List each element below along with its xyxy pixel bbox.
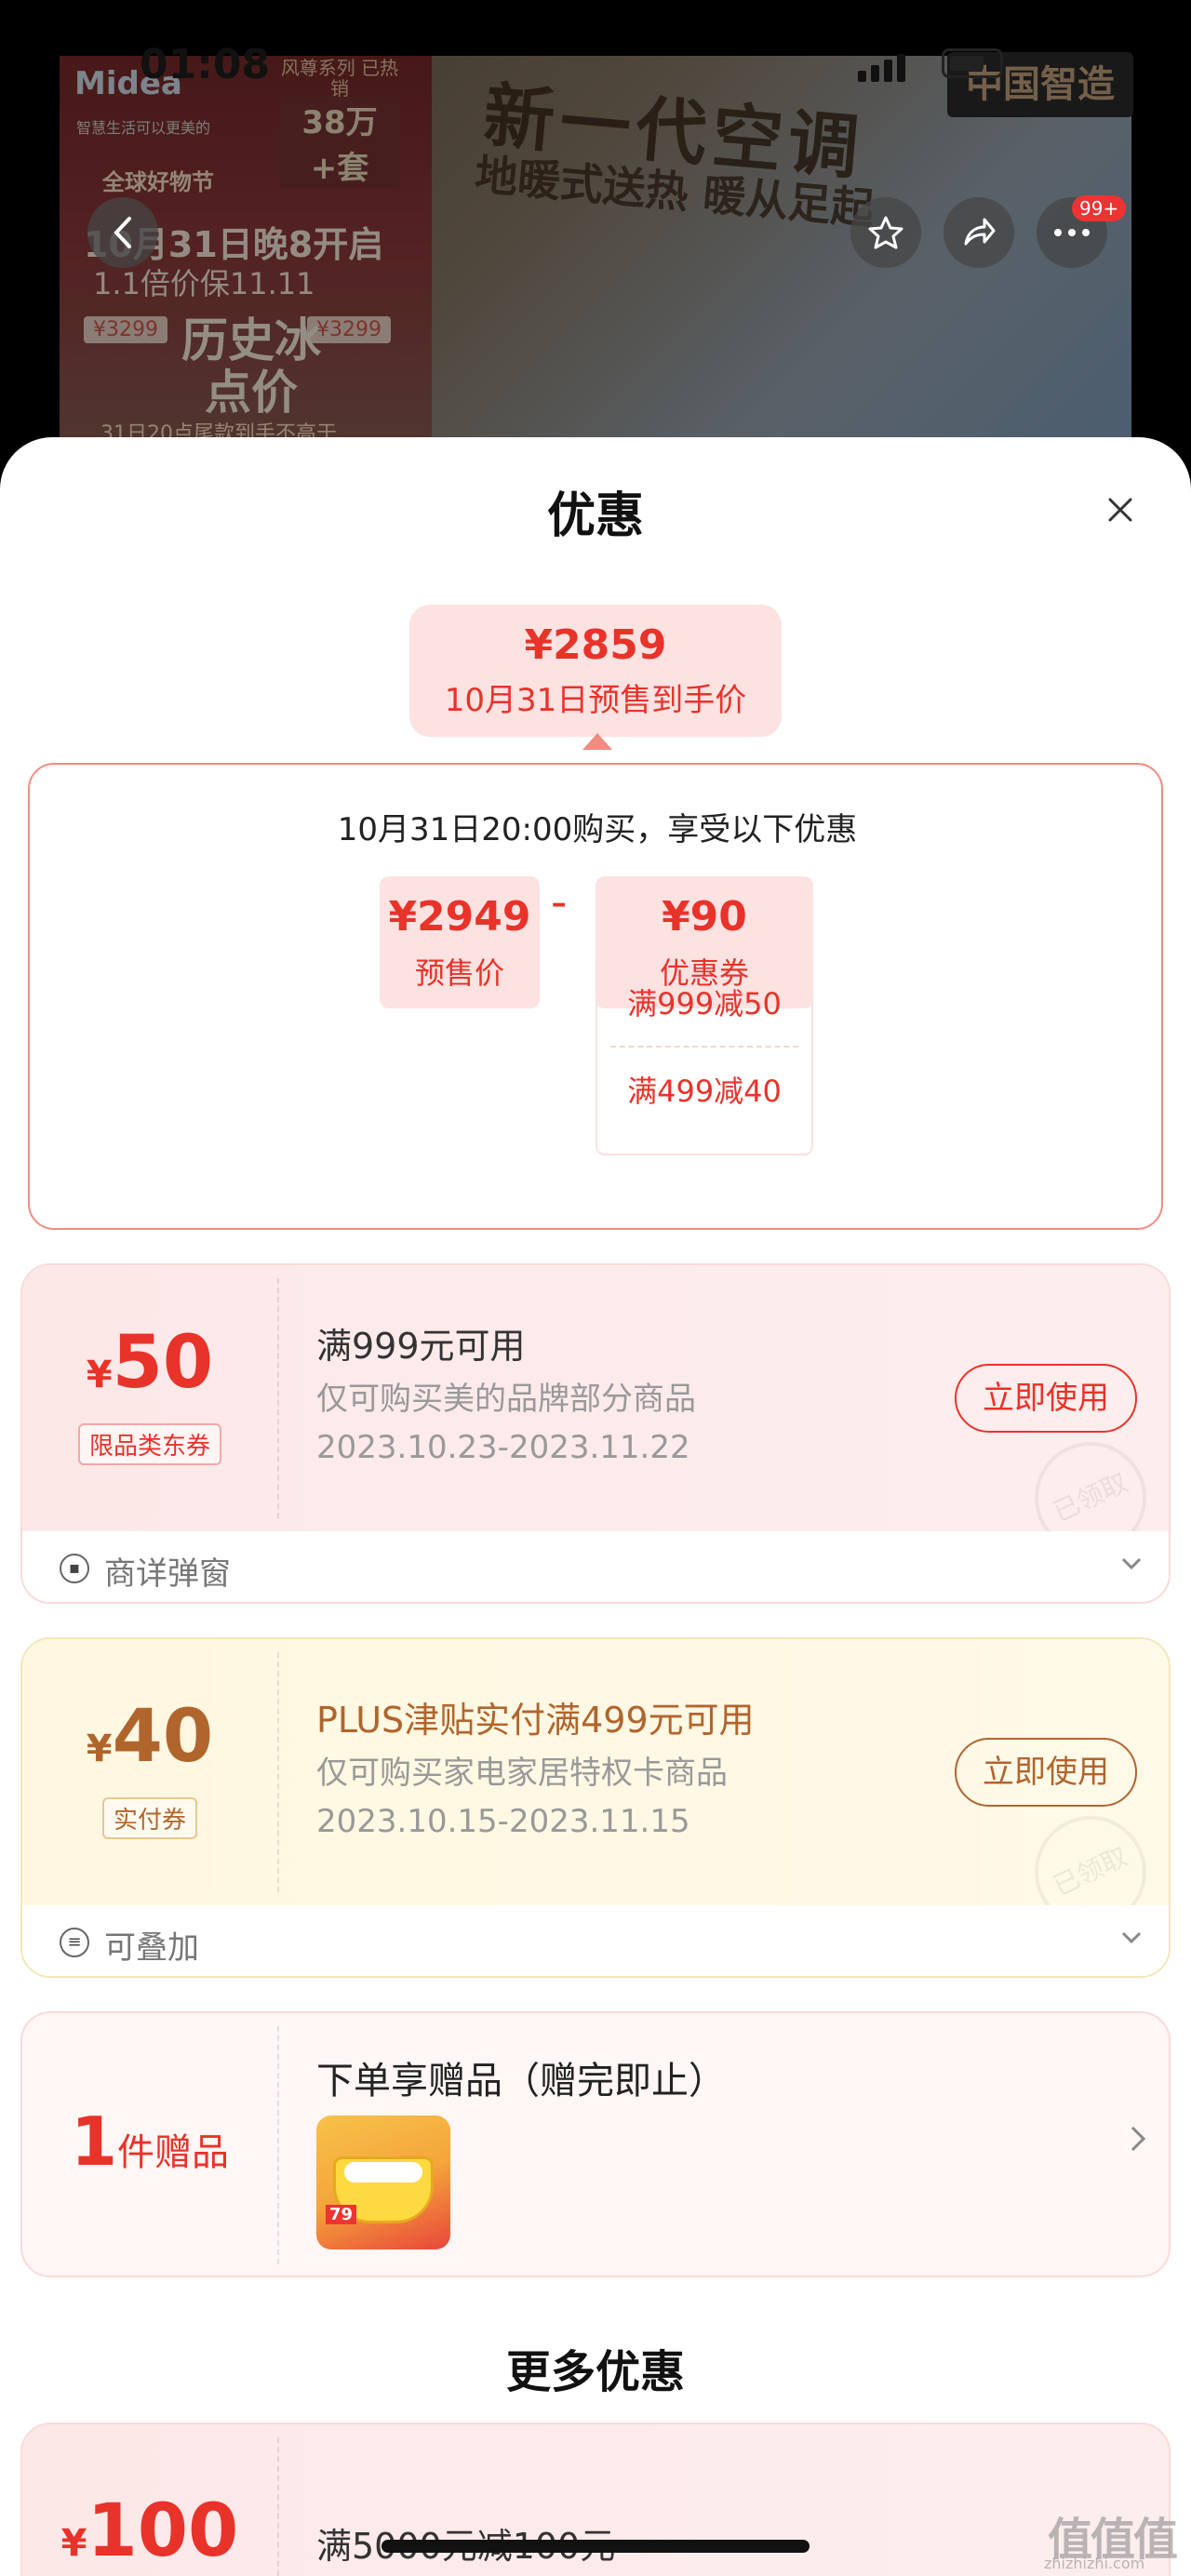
coupon-title: 满999元可用 <box>316 1326 526 1367</box>
breakdown-heading: 10月31日20:00购买，享受以下优惠 <box>337 811 858 848</box>
coupon-total-value: ¥90 <box>662 893 747 941</box>
price-breakdown: 10月31日20:00购买，享受以下优惠 ¥2949 预售价 - ¥90 优惠券… <box>28 763 1163 1230</box>
use-now-button[interactable]: 立即使用 <box>955 1738 1137 1807</box>
food-image <box>344 2162 422 2182</box>
coupon-value: 40 <box>112 1695 214 1779</box>
close-button[interactable] <box>1098 487 1143 532</box>
coupon-amount: ¥40 <box>22 1695 277 1779</box>
use-now-button[interactable]: 立即使用 <box>955 1364 1137 1433</box>
favorite-button[interactable] <box>850 197 921 268</box>
coupon-amount: ¥100 <box>22 2489 277 2573</box>
coupon-currency: ¥ <box>86 1354 113 1396</box>
gift-divider <box>277 2026 279 2264</box>
share-button[interactable] <box>943 197 1014 268</box>
status-time: 01:08 <box>140 41 271 88</box>
share-icon <box>964 218 996 246</box>
badge-pointer <box>582 733 612 750</box>
gift-count-unit: 件赠品 <box>117 2131 230 2174</box>
coupon-type-tag: 实付券 <box>101 1797 198 1839</box>
coupon-currency: ¥ <box>86 1728 113 1770</box>
gift-count-number: 1 <box>70 2102 118 2181</box>
signal-icon <box>858 54 905 82</box>
chevron-left-icon <box>114 217 131 248</box>
stack-icon: ≡ <box>60 1928 89 1957</box>
coupon-amount: ¥50 <box>22 1321 277 1405</box>
battery-icon <box>942 48 1003 78</box>
chevron-down-icon <box>1120 1920 1143 1953</box>
coupon-value: 100 <box>87 2489 239 2573</box>
coupon-footer-text: 可叠加 <box>104 1929 199 1967</box>
final-price-badge: ¥2859 10月31日预售到手价 <box>409 605 782 737</box>
coupon-value: 50 <box>112 1321 214 1405</box>
more-discounts-title: 更多优惠 <box>505 2346 685 2398</box>
coupon-divider <box>277 1652 279 1892</box>
coupon-desc: 仅可购买美的品牌部分商品 <box>316 1381 696 1418</box>
coupon-divider <box>277 2437 279 2576</box>
gift-title: 下单享赠品（赠完即止） <box>316 2060 726 2102</box>
coupon-date: 2023.10.23-2023.11.22 <box>316 1429 690 1466</box>
chevron-down-icon <box>1120 1546 1143 1579</box>
coupon-currency: ¥ <box>60 2522 87 2565</box>
coupon-card: ¥100 满5000元减100元 <box>20 2423 1171 2576</box>
gift-card[interactable]: 1件赠品 下单享赠品（赠完即止） 79 <box>20 2011 1171 2277</box>
coupon-card: ¥50 限品类东券 满999元可用 仅可购买美的品牌部分商品 2023.10.2… <box>20 1263 1171 1604</box>
coupon-main: ¥50 限品类东券 满999元可用 仅可购买美的品牌部分商品 2023.10.2… <box>22 1265 1169 1572</box>
gift-thumbnail[interactable]: 79 <box>316 2116 450 2249</box>
coupon-footer[interactable]: ▪ 商详弹窗 <box>22 1531 1169 1602</box>
home-indicator[interactable] <box>381 2540 810 2553</box>
coupon-main: ¥40 实付券 PLUS津贴实付满499元可用 仅可购买家电家居特权卡商品 20… <box>22 1639 1169 1946</box>
coupon-type-tag: 限品类东券 <box>77 1423 222 1465</box>
applied-coupon-item: 满999减50 <box>610 960 798 1048</box>
sheet-title: 优惠 <box>546 488 644 544</box>
close-icon <box>1108 498 1132 522</box>
final-price-label: 10月31日预售到手价 <box>444 682 747 719</box>
gift-count: 1件赠品 <box>22 2102 277 2181</box>
star-icon <box>868 216 903 249</box>
presale-price-value: ¥2949 <box>388 893 531 941</box>
watermark-url: zhizhizhi.com <box>1044 2555 1145 2572</box>
coupon-icon: ▪ <box>60 1554 89 1583</box>
coupon-divider <box>277 1278 279 1518</box>
final-price-amount: ¥2859 <box>524 621 667 669</box>
coupon-desc: 仅可购买家电家居特权卡商品 <box>316 1755 728 1792</box>
coupon-date: 2023.10.15-2023.11.15 <box>316 1803 690 1840</box>
coupon-card: ¥40 实付券 PLUS津贴实付满499元可用 仅可购买家电家居特权卡商品 20… <box>20 1637 1171 1978</box>
gift-thumb-price: 79 <box>326 2205 357 2224</box>
coupon-footer[interactable]: ≡ 可叠加 <box>22 1905 1169 1976</box>
applied-coupon-list: 满999减50 满499减40 <box>596 960 813 1155</box>
coupon-title: PLUS津贴实付满499元可用 <box>316 1700 755 1741</box>
back-button[interactable] <box>87 197 158 268</box>
minus-operator: - <box>551 876 568 928</box>
presale-price-label: 预售价 <box>414 955 504 991</box>
coupon-footer-text: 商详弹窗 <box>104 1555 231 1593</box>
chevron-right-icon <box>1130 2119 1146 2162</box>
more-icon <box>1054 229 1090 236</box>
applied-coupon-item: 满499减40 <box>627 1074 782 1109</box>
presale-price-card: ¥2949 预售价 <box>380 876 540 1008</box>
cart-count-badge: 99+ <box>1072 195 1127 221</box>
